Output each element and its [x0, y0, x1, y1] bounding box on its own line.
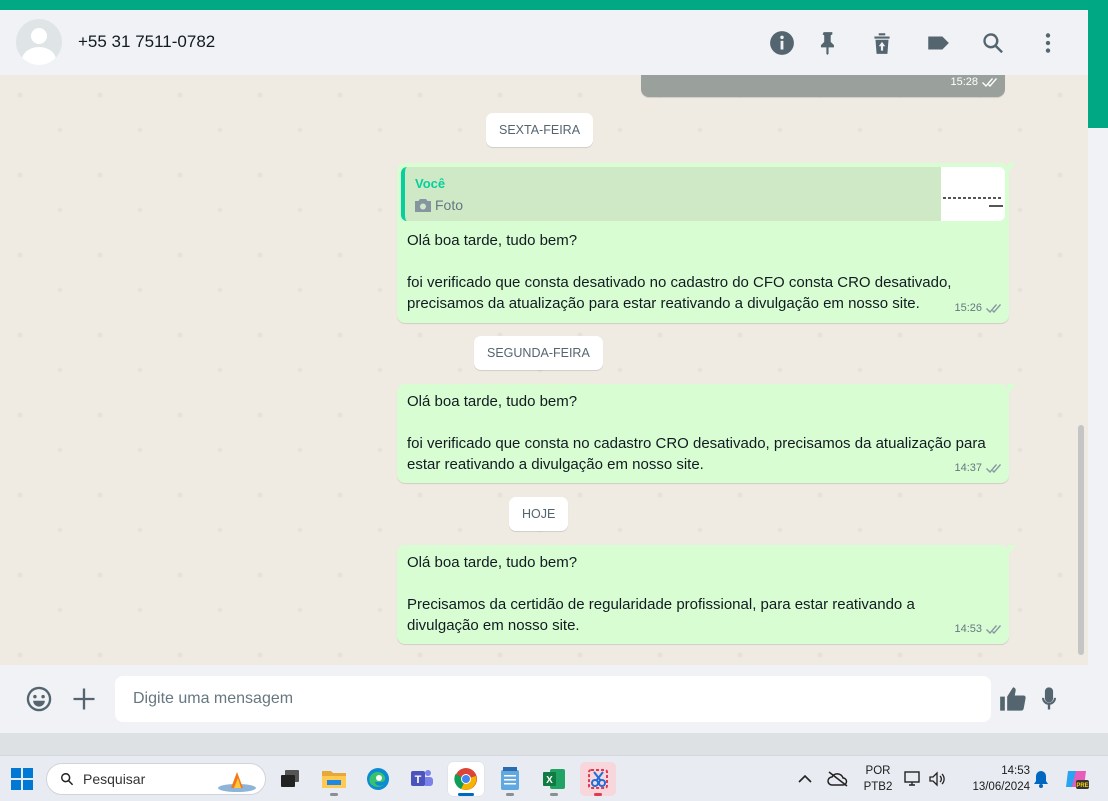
menu-icon[interactable] [1035, 30, 1061, 56]
running-indicator [330, 793, 338, 796]
chat-header: +55 31 7511-0782 [0, 10, 1088, 75]
message-meta: 14:37 [954, 458, 1001, 479]
message-bubble[interactable]: Você Foto Olá boa tarde, tudo bem? foi v… [397, 163, 1016, 323]
emoji-icon[interactable] [25, 685, 53, 713]
gutter-accent [1088, 10, 1108, 128]
message-time: 15:28 [950, 76, 978, 88]
message-text: Olá boa tarde, tudo bem? foi verificado … [407, 393, 986, 473]
message-bubble-partial[interactable]: 15:28 [641, 75, 1005, 97]
camera-icon [415, 199, 431, 212]
copilot-icon[interactable]: PRE [1062, 762, 1092, 796]
clock-time: 14:53 [1001, 765, 1030, 777]
quote-author: Você [415, 176, 446, 191]
message-bubble[interactable]: Olá boa tarde, tudo bem? foi verificado … [397, 384, 1016, 483]
clock-date: 13/06/2024 [972, 781, 1030, 793]
avatar[interactable] [16, 19, 62, 65]
avatar-body [22, 47, 56, 65]
chat-scrollbar[interactable] [1078, 425, 1084, 655]
chat-area[interactable]: 15:28 SEXTA-FEIRA Você Foto Olá boa tard… [0, 75, 1088, 665]
message-text: Olá boa tarde, tudo bem? foi verificado … [407, 232, 952, 312]
message-input[interactable] [115, 676, 991, 722]
snipping-tool-icon[interactable] [580, 762, 616, 796]
like-icon[interactable] [999, 685, 1027, 713]
label-icon[interactable] [925, 30, 951, 56]
running-indicator [458, 793, 474, 796]
taskbar-search[interactable]: Pesquisar [46, 763, 266, 795]
svg-text:PRE: PRE [1076, 783, 1088, 789]
side-gutter [1088, 10, 1108, 755]
message-time: 14:37 [954, 462, 982, 474]
bubble-tail [1008, 384, 1016, 394]
window-bottom-border [0, 733, 1108, 755]
file-explorer-icon[interactable] [316, 762, 352, 796]
task-view-icon[interactable] [272, 762, 308, 796]
avatar-head [31, 28, 47, 44]
double-check-icon [982, 78, 997, 87]
search-highlight-icon [218, 772, 256, 792]
date-divider: HOJE [509, 497, 569, 531]
notification-bell-icon[interactable] [1030, 762, 1052, 796]
message-meta: 14:53 [954, 619, 1001, 640]
info-icon[interactable] [769, 30, 795, 56]
svg-text:X: X [546, 775, 553, 786]
double-check-icon [986, 625, 1001, 634]
double-check-icon [986, 304, 1001, 313]
bubble-tail [1008, 163, 1016, 173]
language-code: POR [865, 765, 891, 777]
teams-icon[interactable]: T [404, 762, 440, 796]
thumbnail-content [989, 205, 1003, 207]
pin-icon[interactable] [815, 30, 841, 56]
quote-type: Foto [415, 195, 463, 216]
window-top-accent [0, 0, 1108, 10]
notepad-icon[interactable] [492, 762, 528, 796]
photo-thumbnail[interactable] [941, 167, 1005, 221]
search-label: Pesquisar [83, 771, 146, 787]
chevron-up-icon[interactable] [790, 762, 820, 796]
running-indicator [506, 793, 514, 796]
onedrive-offline-icon[interactable] [822, 762, 854, 796]
quote-type-label: Foto [435, 197, 464, 213]
microphone-icon[interactable] [1035, 685, 1063, 713]
network-icon[interactable] [902, 762, 924, 796]
message-meta: 15:28 [950, 75, 997, 93]
excel-icon[interactable]: X [536, 762, 572, 796]
message-composer [0, 665, 1088, 733]
search-icon [61, 773, 74, 786]
keyboard-layout: PTB2 [863, 781, 893, 793]
trash-icon[interactable] [869, 30, 895, 56]
message-meta: 15:26 [954, 298, 1001, 319]
contact-name[interactable]: +55 31 7511-0782 [78, 32, 215, 52]
volume-icon[interactable] [926, 762, 948, 796]
plus-icon[interactable] [70, 685, 98, 713]
chrome-icon[interactable] [448, 762, 484, 796]
bubble-tail [1008, 545, 1016, 555]
message-time: 15:26 [954, 302, 982, 314]
search-icon[interactable] [980, 30, 1006, 56]
double-check-icon [986, 464, 1001, 473]
running-indicator [550, 793, 558, 796]
running-indicator [594, 793, 602, 796]
date-divider: SEXTA-FEIRA [486, 113, 594, 147]
thumbnail-content [943, 197, 1003, 199]
message-text: Olá boa tarde, tudo bem? Precisamos da c… [407, 554, 915, 634]
start-icon[interactable] [4, 762, 40, 796]
svg-text:T: T [415, 774, 422, 786]
clock[interactable]: 14:53 13/06/2024 [960, 763, 1030, 795]
edge-icon[interactable] [360, 762, 396, 796]
quoted-message[interactable]: Você Foto [401, 167, 1005, 221]
message-bubble[interactable]: Olá boa tarde, tudo bem? Precisamos da c… [397, 545, 1016, 644]
taskbar: Pesquisar T X POR PTB2 14:53 13/06/2024 … [0, 755, 1108, 801]
date-divider: SEGUNDA-FEIRA [474, 336, 603, 370]
input-language[interactable]: POR PTB2 [858, 763, 898, 795]
message-time: 14:53 [954, 623, 982, 635]
